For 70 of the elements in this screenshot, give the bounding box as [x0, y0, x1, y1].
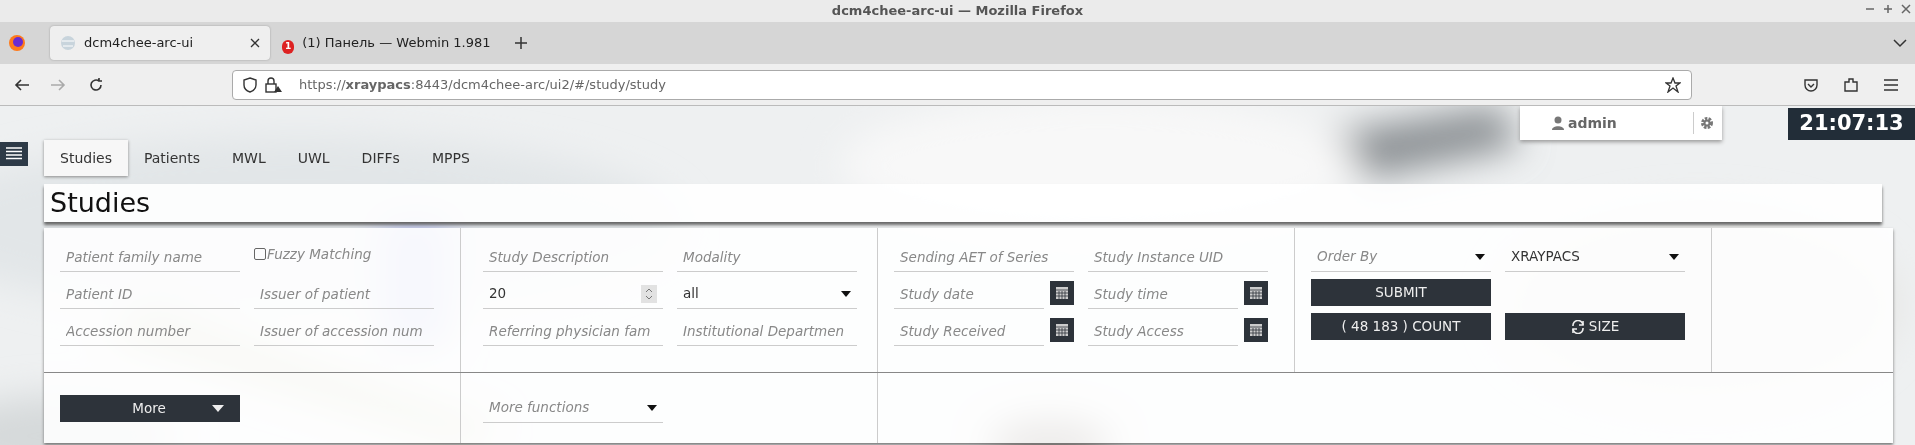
reload-icon[interactable] — [88, 76, 104, 93]
fuzzy-matching-checkbox[interactable]: Fuzzy Matching — [254, 242, 434, 266]
text-field[interactable]: Referring physician fam — [483, 316, 663, 346]
browser-tab[interactable]: dcm4chee-arc-ui — [50, 26, 270, 60]
nav-tab[interactable]: DIFFs — [345, 140, 416, 176]
date-field[interactable]: Study date — [894, 279, 1044, 309]
refresh-icon — [1570, 319, 1585, 334]
chevron-down-icon[interactable] — [1893, 38, 1907, 48]
number-field[interactable]: 20 — [483, 279, 663, 309]
date-field[interactable]: Study time — [1088, 279, 1238, 309]
text-field[interactable]: Institutional Departmen — [677, 316, 857, 346]
date-field[interactable]: Study Received — [894, 316, 1044, 346]
address-bar[interactable]: https://xraypacs:8443/dcm4chee-arc/ui2/#/study/study — [232, 69, 1692, 100]
caret-icon — [1475, 253, 1485, 260]
browser-tab[interactable]: 1 (1) Панель — Webmin 1.981 — [278, 26, 498, 60]
tab-title: (1) Панель — Webmin 1.981 — [302, 34, 491, 53]
back-icon[interactable] — [14, 76, 30, 93]
extensions-icon[interactable] — [1843, 76, 1859, 93]
shield-icon — [243, 76, 257, 93]
text-field[interactable]: Accession number — [60, 316, 240, 346]
tab-title: dcm4chee-arc-ui — [84, 34, 195, 53]
nav-tab[interactable]: UWL — [281, 140, 346, 176]
text-field[interactable]: Study Description — [483, 242, 663, 272]
text-field[interactable]: Issuer of accession num — [254, 316, 434, 346]
date-field[interactable]: Study Access — [1088, 316, 1238, 346]
calendar-button[interactable] — [1050, 281, 1074, 305]
text-field[interactable]: Patient family name — [60, 242, 240, 272]
close-icon[interactable] — [1901, 2, 1911, 16]
calendar-button[interactable] — [1050, 318, 1074, 342]
lock-warning-icon — [265, 76, 283, 93]
calendar-button[interactable] — [1244, 318, 1268, 342]
caret-icon — [212, 404, 224, 412]
pocket-icon[interactable] — [1803, 76, 1819, 93]
nav-tab[interactable]: Studies — [44, 140, 128, 176]
close-icon[interactable] — [250, 38, 260, 48]
caret-icon — [647, 404, 657, 411]
user-icon — [1552, 116, 1564, 130]
nav-tab[interactable]: MPPS — [415, 140, 486, 176]
window-title: dcm4chee-arc-ui — Mozilla Firefox — [831, 2, 1084, 21]
dropdown[interactable]: all — [677, 279, 857, 309]
dropdown[interactable]: Order By — [1311, 242, 1491, 272]
nav-tab[interactable]: Patients — [127, 140, 216, 176]
action-button[interactable]: ( 48 183 ) COUNT — [1311, 313, 1491, 340]
caret-icon — [841, 290, 851, 297]
text-field[interactable]: Study Instance UID — [1088, 242, 1268, 272]
star-icon[interactable] — [1665, 76, 1681, 93]
nav-tab[interactable]: MWL — [216, 140, 282, 176]
action-button[interactable]: SUBMIT — [1311, 279, 1491, 306]
more-functions-dropdown[interactable]: More functions — [483, 393, 663, 423]
size-button[interactable]: SIZE — [1505, 313, 1685, 340]
text-field[interactable]: Modality — [677, 242, 857, 272]
clock: 21:07:13 — [1788, 108, 1915, 140]
page-title: Studies — [44, 184, 1882, 222]
settings-icon[interactable] — [1700, 116, 1714, 130]
text-field[interactable]: Sending AET of Series — [894, 242, 1074, 272]
globe-icon — [60, 35, 76, 51]
firefox-icon[interactable] — [8, 34, 26, 52]
menu-icon[interactable] — [1883, 77, 1899, 92]
spinner-icon[interactable] — [641, 284, 657, 303]
maximize-icon[interactable] — [1883, 2, 1893, 16]
text-field[interactable]: Patient ID — [60, 279, 240, 309]
more-button[interactable]: More — [60, 394, 240, 422]
caret-icon — [1669, 253, 1679, 260]
dropdown[interactable]: XRAYPACS — [1505, 242, 1685, 272]
user-name[interactable]: admin — [1568, 112, 1617, 134]
calendar-button[interactable] — [1244, 281, 1268, 305]
url-text: https://xraypacs:8443/dcm4chee-arc/ui2/#/study/study — [299, 75, 666, 94]
new-tab-icon[interactable] — [514, 36, 528, 50]
tab-badge: 1 — [282, 40, 295, 54]
text-field[interactable]: Issuer of patient — [254, 279, 434, 309]
